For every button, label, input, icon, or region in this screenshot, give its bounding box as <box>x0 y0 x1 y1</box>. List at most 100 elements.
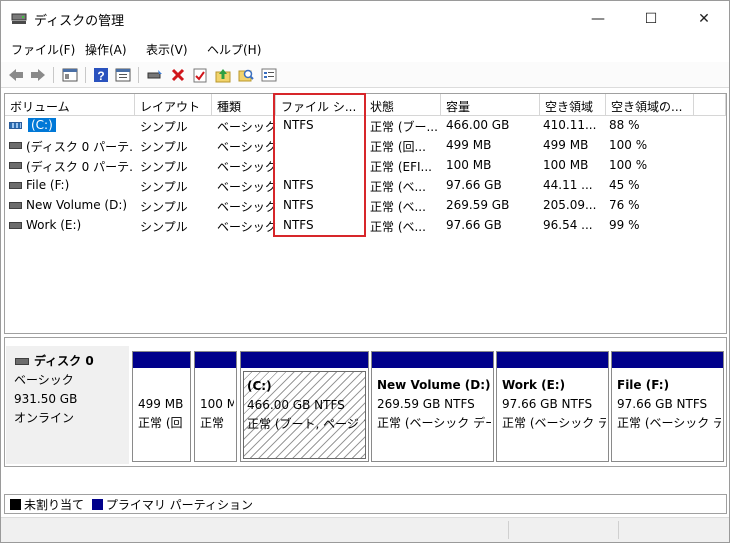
disk-state: オンライン <box>14 411 75 425</box>
status-bar <box>1 517 729 542</box>
volume-layout: シンプル <box>140 160 188 174</box>
column-header-filler <box>694 94 726 116</box>
partition-size: 466.00 GB NTFS <box>247 398 345 412</box>
maximize-button[interactable]: ☐ <box>628 1 674 37</box>
volume-layout: シンプル <box>140 180 188 194</box>
column-header-free-percent[interactable]: 空き領域の... <box>606 94 694 116</box>
volume-layout: シンプル <box>140 120 188 134</box>
volume-free-space: 205.09... <box>543 198 597 212</box>
volume-layout: シンプル <box>140 220 188 234</box>
menu-file[interactable]: ファイル(F) <box>11 41 75 58</box>
title-bar: ディスクの管理 — ☐ ✕ <box>1 1 729 37</box>
partition-name: New Volume (D:) <box>377 378 491 392</box>
svg-text:?: ? <box>97 69 104 83</box>
volume-layout: シンプル <box>140 200 188 214</box>
partition-name <box>138 376 188 395</box>
disk-title: ディスク 0 <box>34 354 94 368</box>
column-header-free-space[interactable]: 空き領域 <box>540 94 606 116</box>
volume-name: Work (E:) <box>26 218 82 232</box>
partition-size: 97.66 GB NTFS <box>617 397 708 411</box>
volume-capacity: 269.59 GB <box>446 198 510 212</box>
partition-block[interactable]: New Volume (D:) 269.59 GB NTFS 正常 (ベーシック… <box>371 351 494 462</box>
disk-graphical-view: ディスク 0 ベーシック 931.50 GB オンライン 499 MB 正常 (… <box>4 337 727 467</box>
volume-name: (ディスク 0 パーテ... <box>26 140 134 154</box>
volume-icon <box>9 222 22 229</box>
filesystem-column-highlight <box>273 93 366 237</box>
partition-status: 正常 (回 <box>138 416 183 430</box>
volume-free-space: 96.54 ... <box>543 218 593 232</box>
volume-free-space: 44.11 ... <box>543 178 593 192</box>
search-folder-icon[interactable] <box>237 66 255 84</box>
volume-free-percent: 100 % <box>609 158 648 172</box>
partition-name: (C:) <box>247 379 272 393</box>
details-view-icon[interactable] <box>260 66 278 84</box>
partition-status: 正常 (ブート, ページ フ <box>247 417 366 431</box>
forward-arrow-icon[interactable] <box>29 66 47 84</box>
partition-block-selected[interactable]: (C:) 466.00 GB NTFS 正常 (ブート, ページ フ <box>240 351 369 462</box>
volume-name: (ディスク 0 パーテ... <box>26 160 134 174</box>
legend: 未割り当て プライマリ パーティション <box>4 494 727 514</box>
volume-capacity: 100 MB <box>446 158 492 172</box>
column-header-capacity[interactable]: 容量 <box>441 94 540 116</box>
menu-view[interactable]: 表示(V) <box>146 41 188 58</box>
volume-capacity: 97.66 GB <box>446 178 502 192</box>
volume-type: ベーシック <box>217 160 277 174</box>
volume-status: 正常 (回... <box>370 140 426 154</box>
volume-icon <box>9 182 22 189</box>
volume-status: 正常 (ベ... <box>370 180 426 194</box>
console-tree-icon[interactable] <box>61 66 79 84</box>
disk-icon <box>15 358 29 365</box>
disk-management-window: ディスクの管理 — ☐ ✕ ファイル(F) 操作(A) 表示(V) ヘルプ(H)… <box>0 0 730 543</box>
volume-name: File (F:) <box>26 178 70 192</box>
menu-action[interactable]: 操作(A) <box>85 41 127 58</box>
partition-size: 97.66 GB NTFS <box>502 397 593 411</box>
volume-icon <box>9 142 22 149</box>
help-icon[interactable]: ? <box>92 66 110 84</box>
properties-icon[interactable] <box>114 66 132 84</box>
volume-status: 正常 (ベ... <box>370 220 426 234</box>
volume-free-percent: 76 % <box>609 198 640 212</box>
disk-size: 931.50 GB <box>14 392 78 406</box>
volume-icon <box>9 162 22 169</box>
connect-drive-icon[interactable] <box>146 66 164 84</box>
legend-primary-partition: プライマリ パーティション <box>105 498 253 512</box>
delete-icon[interactable] <box>169 66 187 84</box>
volume-free-percent: 99 % <box>609 218 640 232</box>
back-arrow-icon[interactable] <box>7 66 25 84</box>
volume-name: New Volume (D:) <box>26 198 128 212</box>
minimize-button[interactable]: — <box>575 1 621 37</box>
partition-block[interactable]: Work (E:) 97.66 GB NTFS 正常 (ベーシック デ <box>496 351 609 462</box>
partition-status: 正常 (ベーシック デ <box>617 416 721 430</box>
close-button[interactable]: ✕ <box>681 1 727 37</box>
unallocated-swatch <box>10 499 21 510</box>
column-header-status[interactable]: 状態 <box>365 94 441 116</box>
partition-name: Work (E:) <box>502 378 566 392</box>
partition-status: 正常 <box>200 416 225 430</box>
volume-free-space: 499 MB <box>543 138 589 152</box>
menu-bar: ファイル(F) 操作(A) 表示(V) ヘルプ(H) <box>1 39 729 59</box>
column-header-volume[interactable]: ボリューム <box>5 94 135 116</box>
folder-up-icon[interactable] <box>214 66 232 84</box>
column-header-type[interactable]: 種類 <box>212 94 276 116</box>
partition-status: 正常 (ベーシック デー <box>377 416 491 430</box>
volume-type: ベーシック <box>217 200 277 214</box>
volume-type: ベーシック <box>217 220 277 234</box>
volume-type: ベーシック <box>217 180 277 194</box>
volume-name: (C:) <box>28 118 56 132</box>
partition-size: 100 MB <box>200 397 234 411</box>
volume-status: 正常 (ブー... <box>370 120 438 134</box>
partition-block[interactable]: File (F:) 97.66 GB NTFS 正常 (ベーシック デ <box>611 351 724 462</box>
primary-partition-swatch <box>91 499 103 510</box>
volume-capacity: 97.66 GB <box>446 218 502 232</box>
partition-block[interactable]: 499 MB 正常 (回 <box>132 351 191 462</box>
volume-free-percent: 88 % <box>609 118 640 132</box>
checklist-icon[interactable] <box>191 66 209 84</box>
volume-capacity: 499 MB <box>446 138 492 152</box>
toolbar: ? <box>1 62 729 88</box>
menu-help[interactable]: ヘルプ(H) <box>207 41 261 58</box>
column-header-layout[interactable]: レイアウト <box>135 94 212 116</box>
disk-type: ベーシック <box>14 373 74 387</box>
disk-info-panel[interactable]: ディスク 0 ベーシック 931.50 GB オンライン <box>6 346 129 464</box>
volume-free-percent: 100 % <box>609 138 648 152</box>
partition-block[interactable]: 100 MB 正常 <box>194 351 237 462</box>
